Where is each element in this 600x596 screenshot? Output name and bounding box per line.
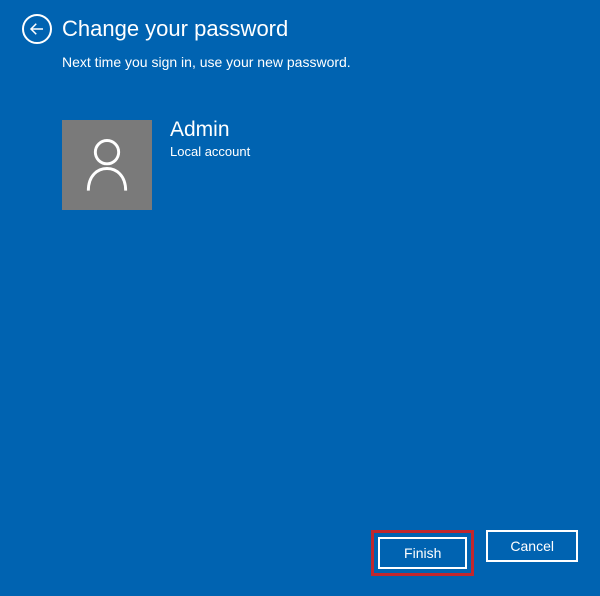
header: Change your password	[0, 0, 600, 46]
user-name: Admin	[170, 118, 250, 142]
page-title: Change your password	[62, 16, 288, 42]
user-section: Admin Local account	[0, 70, 600, 210]
user-icon	[83, 137, 131, 193]
user-info: Admin Local account	[170, 120, 250, 159]
cancel-button[interactable]: Cancel	[486, 530, 578, 562]
user-type: Local account	[170, 144, 250, 159]
back-button[interactable]	[22, 14, 52, 44]
back-arrow-icon	[28, 20, 46, 38]
finish-button[interactable]: Finish	[378, 537, 467, 569]
page-subtitle: Next time you sign in, use your new pass…	[0, 46, 600, 70]
avatar	[62, 120, 152, 210]
button-row: Finish Cancel	[371, 530, 578, 576]
finish-highlight: Finish	[371, 530, 474, 576]
